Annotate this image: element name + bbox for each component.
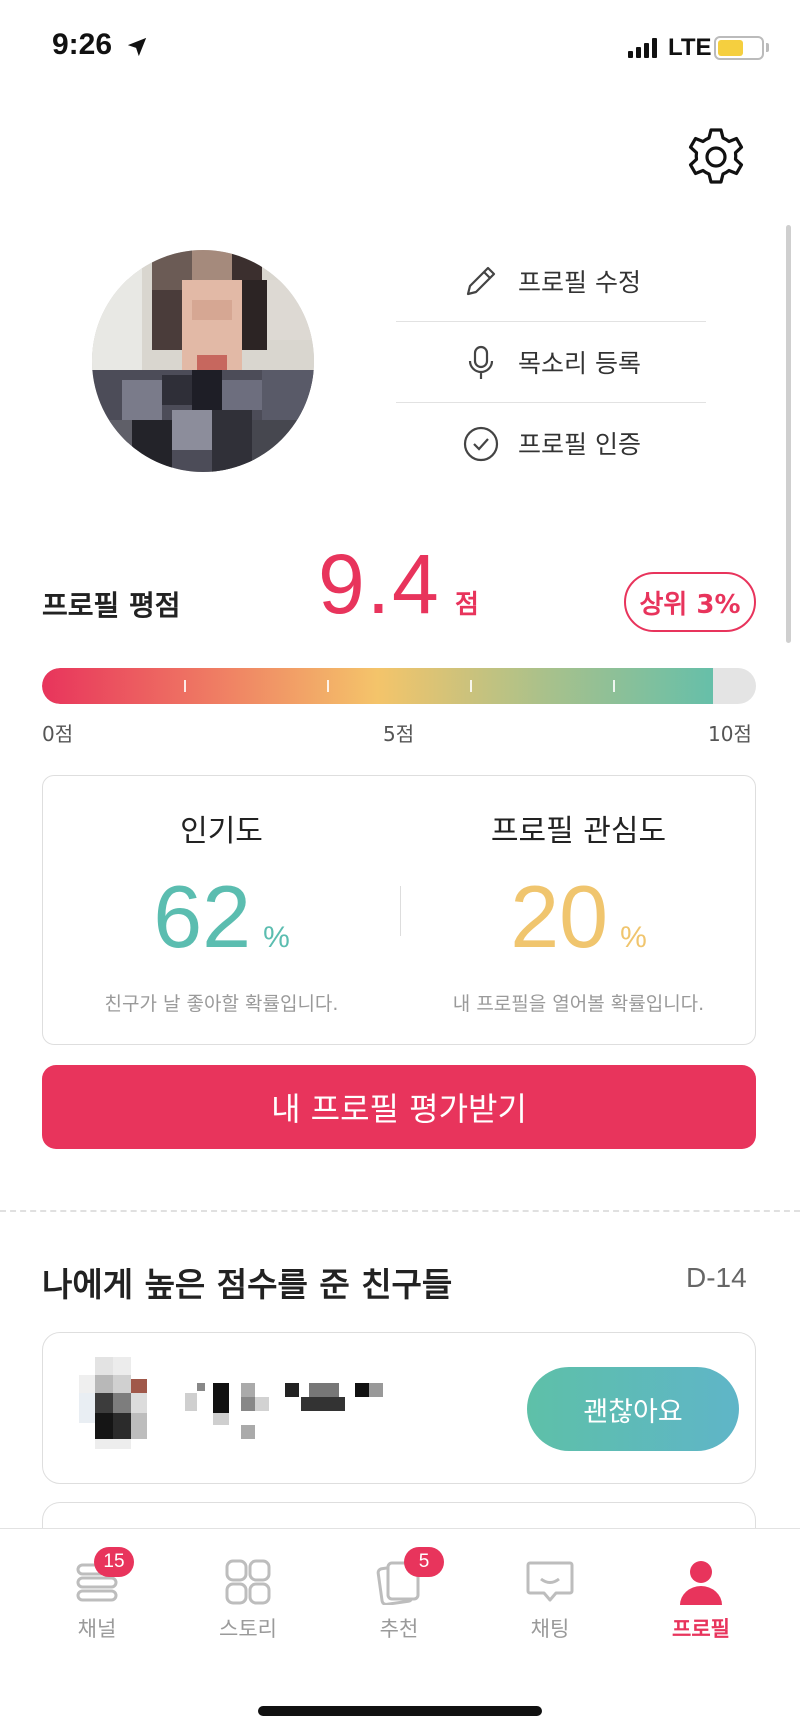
rating-label: 프로필 평점 xyxy=(42,589,181,622)
register-voice-item[interactable]: 목소리 등록 xyxy=(396,321,706,402)
friend-avatar xyxy=(79,1357,147,1449)
dday-counter: D-14 xyxy=(686,1262,747,1293)
tab-profile[interactable]: 프로필 xyxy=(626,1529,776,1649)
chat-bubble-icon xyxy=(526,1561,574,1602)
tab-story[interactable]: 스토리 xyxy=(173,1529,323,1649)
profile-avatar[interactable] xyxy=(92,250,314,472)
pencil-icon xyxy=(466,266,496,296)
tab-channel[interactable]: 15 채널 xyxy=(22,1529,172,1649)
gauge-min-label: 0점 xyxy=(42,722,74,746)
rating-unit: 점 xyxy=(455,590,479,620)
interest-title: 프로필 관심도 xyxy=(490,814,667,849)
edit-profile-label: 프로필 수정 xyxy=(518,267,641,297)
popularity-desc: 친구가 날 좋아할 확률입니다. xyxy=(104,993,339,1015)
tab-story-label: 스토리 xyxy=(219,1617,277,1641)
interest-value: 20% xyxy=(400,866,757,968)
gauge-mid-label: 5점 xyxy=(383,722,415,746)
settings-gear-icon[interactable] xyxy=(680,120,752,192)
gauge-max-label: 10점 xyxy=(708,722,752,746)
check-circle-icon xyxy=(463,426,499,462)
verify-profile-item[interactable]: 프로필 인증 xyxy=(396,402,706,483)
recommend-badge: 5 xyxy=(404,1547,444,1577)
friends-section-title: 나에게 높은 점수를 준 친구들 xyxy=(42,1265,453,1304)
microphone-icon xyxy=(468,345,494,379)
verify-profile-label: 프로필 인증 xyxy=(518,430,641,459)
gauge-tick xyxy=(613,680,615,692)
gauge-tick xyxy=(184,680,186,692)
popularity-number: 62 xyxy=(153,867,252,966)
interest-stat: 프로필 관심도 20% 내 프로필을 열어볼 확률입니다. xyxy=(400,776,757,1044)
network-type: LTE xyxy=(668,34,712,61)
rating-gauge xyxy=(42,668,756,704)
tab-channel-label: 채널 xyxy=(77,1617,117,1641)
tab-profile-label: 프로필 xyxy=(672,1617,730,1641)
popularity-value: 62% xyxy=(43,866,400,968)
gauge-tick xyxy=(470,680,472,692)
stats-card: 인기도 62% 친구가 날 좋아할 확률입니다. 프로필 관심도 20% 내 프… xyxy=(42,775,756,1045)
popularity-stat: 인기도 62% 친구가 날 좋아할 확률입니다. xyxy=(43,776,400,1044)
story-grid-icon xyxy=(225,1559,271,1605)
cell-signal-icon xyxy=(628,38,657,58)
tab-chat[interactable]: 채팅 xyxy=(475,1529,625,1649)
profile-menu: 프로필 수정 목소리 등록 프로필 인증 xyxy=(396,240,706,483)
status-time: 9:26 xyxy=(52,28,113,61)
tab-recommend[interactable]: 5 추천 xyxy=(324,1529,474,1649)
gauge-tick xyxy=(327,680,329,692)
channel-badge: 15 xyxy=(94,1547,134,1577)
home-indicator[interactable] xyxy=(258,1706,542,1716)
interest-unit: % xyxy=(620,921,647,954)
location-arrow-icon xyxy=(127,37,147,57)
popularity-unit: % xyxy=(263,921,290,954)
popularity-title: 인기도 xyxy=(180,814,263,849)
tab-chat-label: 채팅 xyxy=(530,1617,570,1641)
edit-profile-item[interactable]: 프로필 수정 xyxy=(396,240,706,321)
like-back-button[interactable]: 괜찮아요 xyxy=(527,1367,739,1451)
status-bar: 9:26 LTE xyxy=(0,0,800,100)
bottom-tab-bar: 15 채널 스토리 5 추천 채팅 프로필 xyxy=(0,1528,800,1731)
section-divider xyxy=(0,1210,800,1212)
rating-score: 9.4 xyxy=(318,537,441,631)
interest-number: 20 xyxy=(510,867,609,966)
interest-desc: 내 프로필을 열어볼 확률입니다. xyxy=(452,993,705,1015)
rank-badge: 상위 3% xyxy=(624,572,756,632)
battery-icon xyxy=(714,36,764,60)
person-icon xyxy=(680,1561,722,1605)
scrollbar-thumb[interactable] xyxy=(786,225,791,643)
tab-recommend-label: 추천 xyxy=(379,1617,419,1641)
register-voice-label: 목소리 등록 xyxy=(518,349,641,378)
friend-card[interactable]: 괜찮아요 xyxy=(42,1332,756,1484)
get-profile-rated-button[interactable]: 내 프로필 평가받기 xyxy=(42,1065,756,1149)
friend-name-redacted xyxy=(185,1383,383,1439)
battery-tip xyxy=(766,43,769,52)
